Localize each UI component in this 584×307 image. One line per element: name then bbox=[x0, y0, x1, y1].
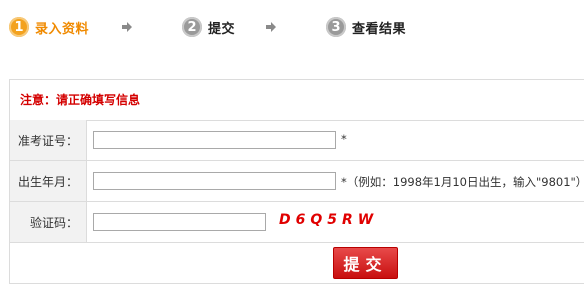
step-1-label: 录入资料 bbox=[35, 21, 90, 37]
step-3: 3 查看结果 bbox=[326, 16, 406, 38]
exam-id-input[interactable] bbox=[93, 131, 336, 149]
captcha-label: 验证码： bbox=[10, 202, 87, 242]
captcha-image[interactable]: D6Q5RW bbox=[279, 212, 378, 228]
step-progress: 1 录入资料 2 提交 3 查看结果 bbox=[0, 0, 584, 55]
birth-row: 出生年月： *（例如：1998年1月10日出生，输入"9801"） bbox=[10, 161, 584, 202]
step-3-label: 查看结果 bbox=[352, 21, 407, 37]
captcha-row: 验证码： D6Q5RW bbox=[10, 202, 584, 243]
query-form: 注意：请正确填写信息 准考证号： * 出生年月： *（例如：1998年1月10日… bbox=[9, 79, 584, 284]
arrow-right-icon bbox=[266, 22, 276, 32]
step-2: 2 提交 bbox=[182, 16, 235, 38]
exam-id-label: 准考证号： bbox=[10, 120, 87, 160]
submit-button[interactable]: 提交 bbox=[333, 247, 398, 279]
step-2-label: 提交 bbox=[208, 21, 236, 37]
birth-input[interactable] bbox=[93, 172, 336, 190]
step-1-number: 1 bbox=[9, 17, 29, 37]
exam-id-row: 准考证号： * bbox=[10, 120, 584, 161]
captcha-input[interactable] bbox=[93, 213, 266, 231]
exam-id-required: * bbox=[341, 132, 347, 146]
birth-label: 出生年月： bbox=[10, 161, 87, 201]
birth-hint: *（例如：1998年1月10日出生，输入"9801"） bbox=[341, 175, 584, 189]
step-3-number: 3 bbox=[326, 17, 346, 37]
step-2-number: 2 bbox=[182, 17, 202, 37]
step-1: 1 录入资料 bbox=[9, 16, 89, 38]
arrow-right-icon bbox=[122, 22, 132, 32]
notice-text: 注意：请正确填写信息 bbox=[10, 80, 584, 121]
